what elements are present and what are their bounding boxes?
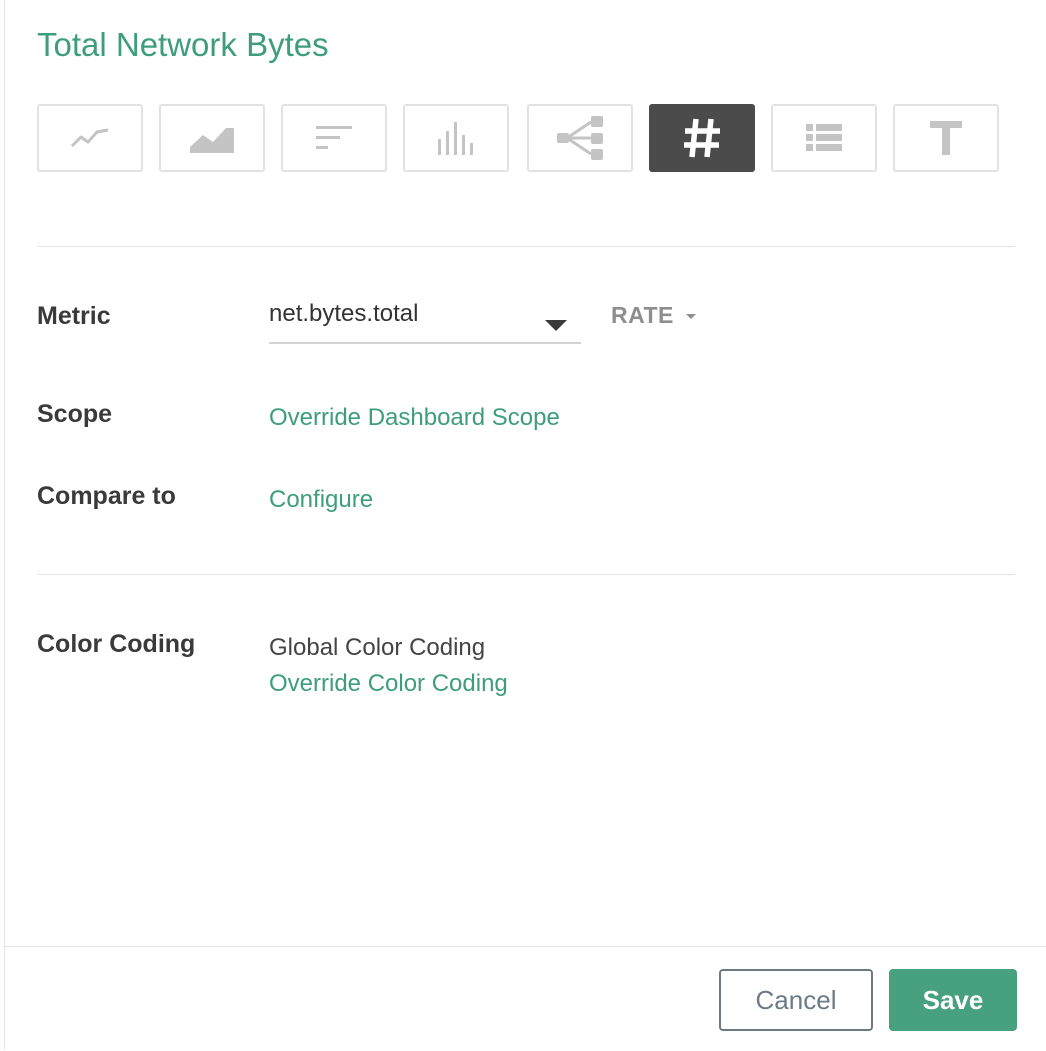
viz-area-button[interactable]: [159, 104, 265, 172]
dialog-footer: Cancel Save: [5, 946, 1046, 1051]
override-scope-link[interactable]: Override Dashboard Scope: [269, 404, 560, 432]
bar-list-icon: [316, 126, 352, 149]
color-coding-label: Color Coding: [37, 630, 196, 658]
rate-label: RATE: [611, 302, 674, 328]
compare-label: Compare to: [37, 482, 176, 510]
caret-down-icon: [545, 320, 567, 331]
rate-dropdown[interactable]: RATE: [611, 302, 696, 329]
area-chart-icon: [190, 128, 234, 153]
viz-histogram-button[interactable]: [403, 104, 509, 172]
viz-text-button[interactable]: [893, 104, 999, 172]
viz-bar-list-button[interactable]: [281, 104, 387, 172]
line-chart-icon: [70, 128, 109, 148]
configure-compare-link[interactable]: Configure: [269, 486, 373, 514]
metric-select[interactable]: net.bytes.total: [269, 296, 581, 344]
number-icon: [684, 118, 720, 158]
color-coding-value: Global Color Coding: [269, 634, 486, 661]
metric-value: net.bytes.total: [269, 300, 419, 327]
save-button[interactable]: Save: [889, 969, 1017, 1031]
edit-panel-dialog: Total Network Bytes Metric net.bytes.tot…: [4, 0, 1046, 1050]
section-divider: [37, 574, 1015, 575]
list-icon: [806, 124, 842, 151]
text-icon: [930, 121, 962, 155]
caret-down-icon: [685, 314, 696, 320]
viz-list-button[interactable]: [771, 104, 877, 172]
scope-label: Scope: [37, 400, 113, 428]
override-color-coding-link[interactable]: Override Color Coding: [269, 670, 508, 698]
metric-label: Metric: [37, 302, 111, 330]
histogram-icon: [438, 122, 473, 155]
cancel-button[interactable]: Cancel: [719, 969, 873, 1031]
viz-number-button[interactable]: [649, 104, 755, 172]
section-divider: [37, 246, 1015, 247]
topology-icon: [557, 116, 603, 160]
viz-topology-button[interactable]: [527, 104, 633, 172]
viz-line-button[interactable]: [37, 104, 143, 172]
panel-title: Total Network Bytes: [37, 26, 329, 63]
